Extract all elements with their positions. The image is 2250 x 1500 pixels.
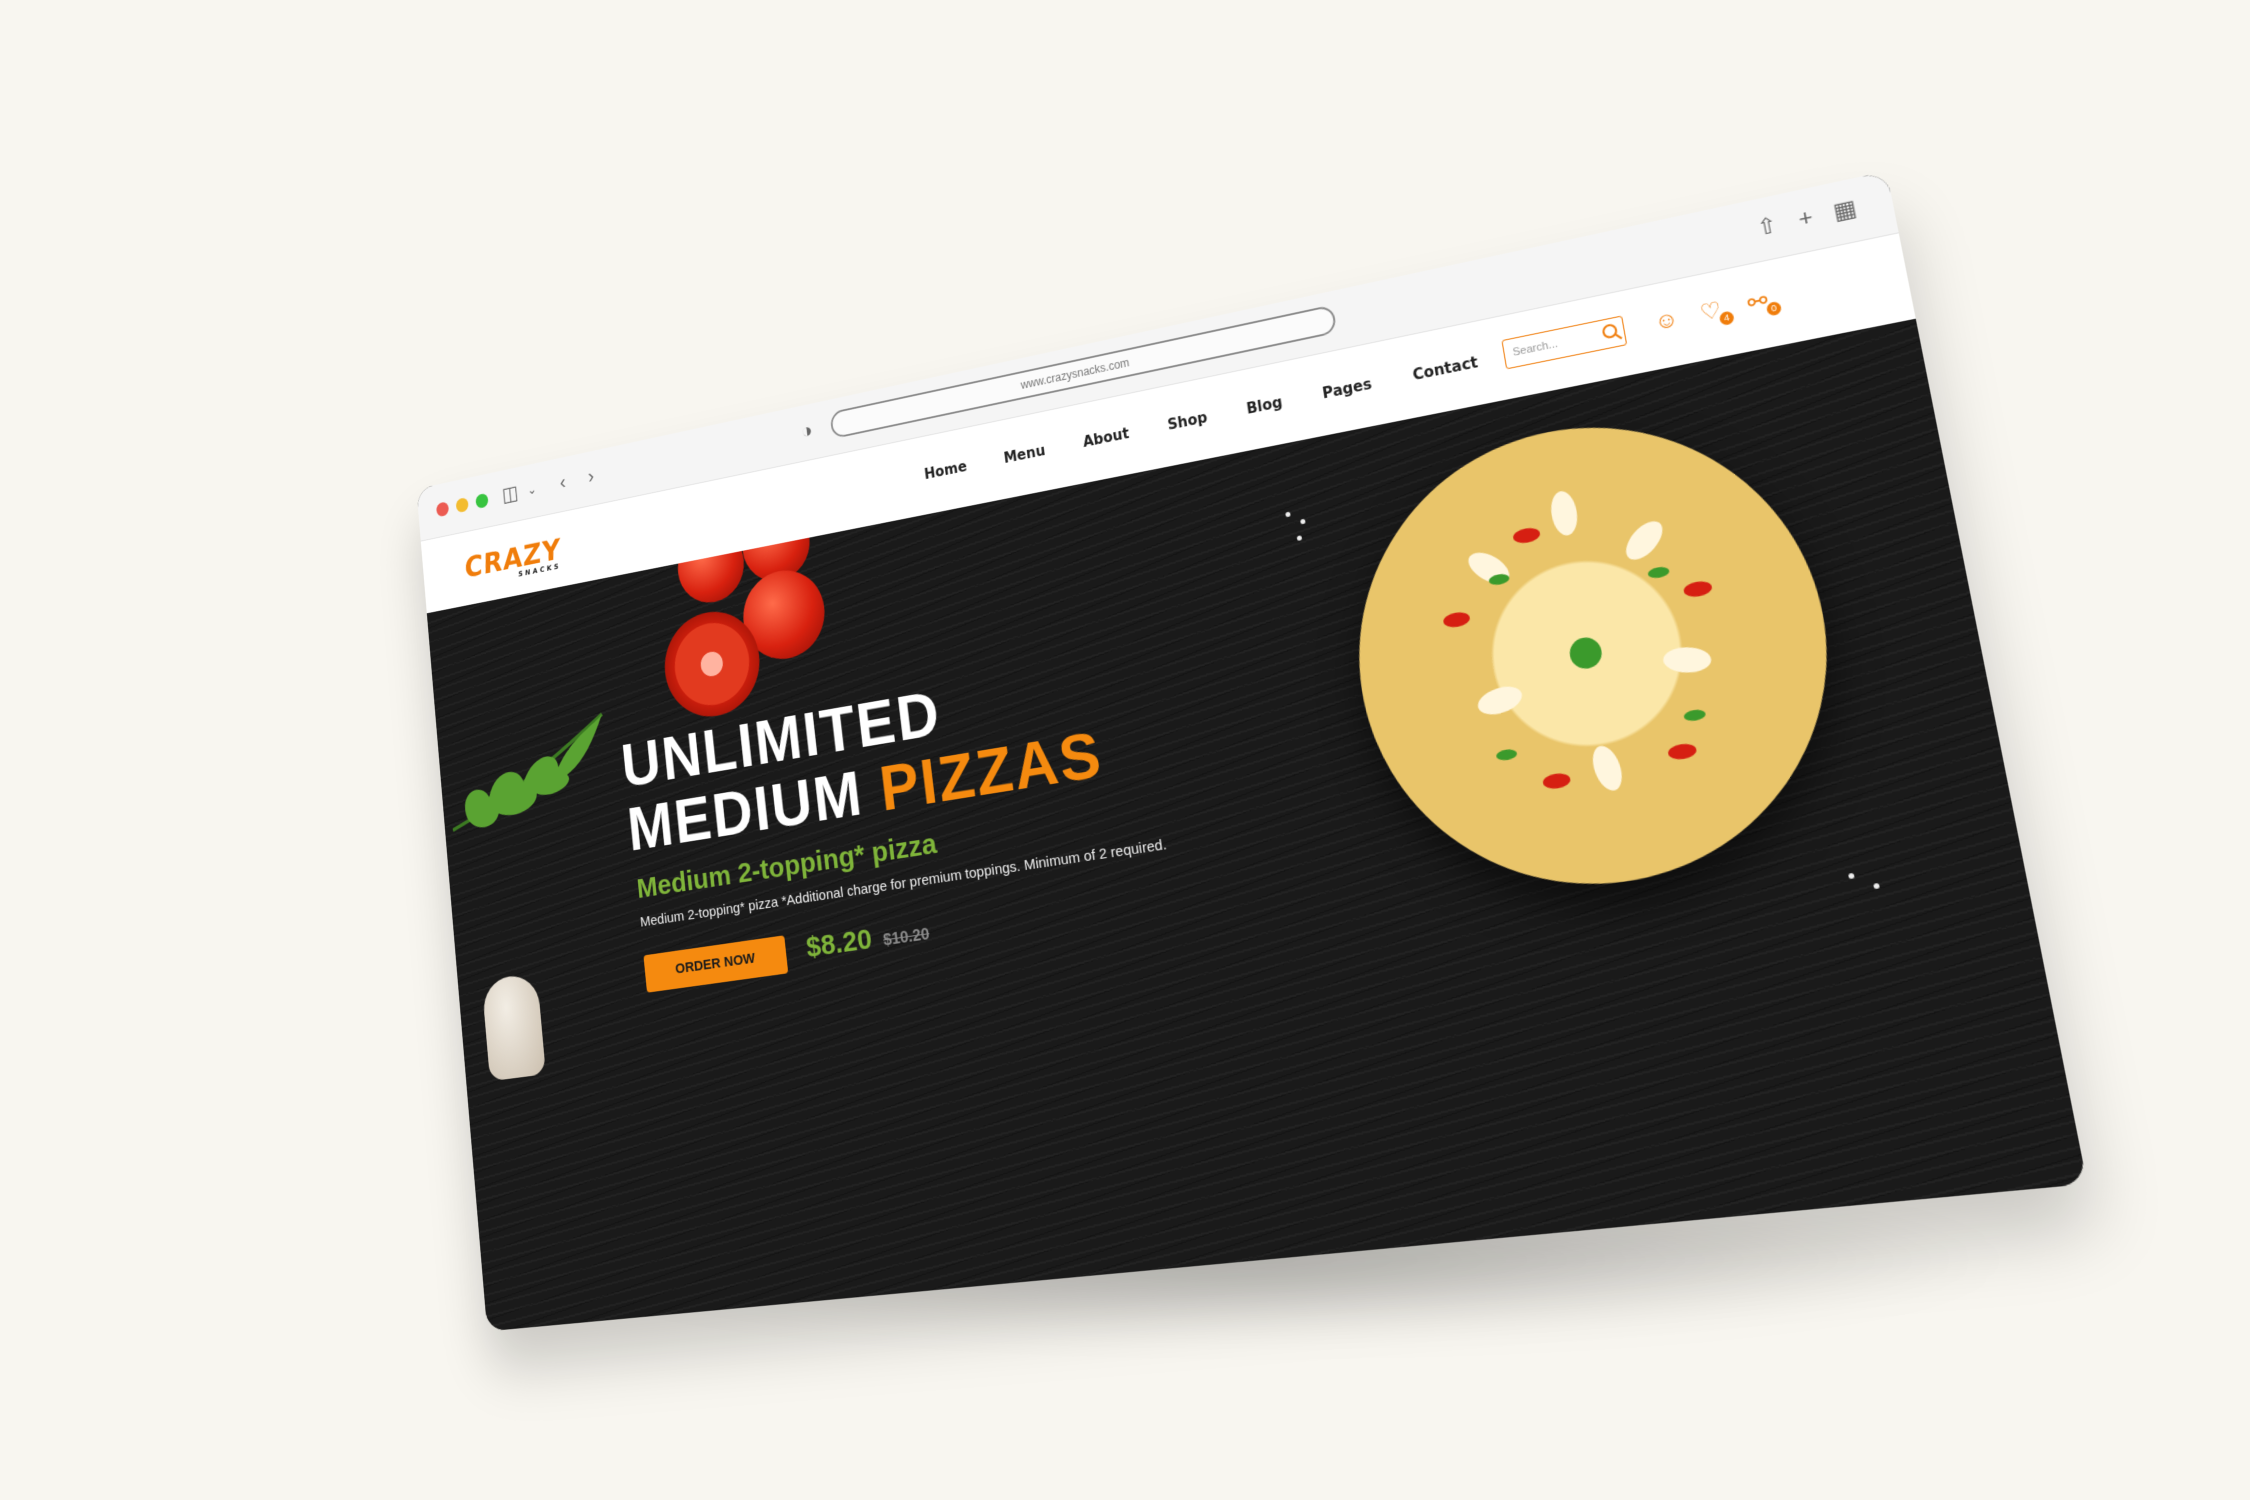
old-price: $10.20 (882, 924, 931, 950)
logo[interactable]: CRAZY SNACKS (465, 532, 561, 589)
nav-menu[interactable]: Menu (1003, 442, 1047, 467)
nav-pages[interactable]: Pages (1321, 375, 1373, 402)
pizza-topping (1682, 579, 1714, 599)
order-now-button[interactable]: ORDER NOW (643, 935, 789, 993)
minimize-window-button[interactable] (455, 497, 469, 514)
close-window-button[interactable] (435, 501, 450, 518)
pizza-topping (1619, 515, 1670, 566)
pizza-topping (1647, 565, 1671, 580)
pizza-topping (1587, 742, 1628, 795)
salt-grain (1296, 535, 1303, 541)
pizza-topping (1666, 742, 1698, 762)
pizza-topping (1474, 681, 1526, 720)
pizza-topping (1512, 526, 1542, 545)
cart-icon[interactable]: ⚯ 0 (1743, 287, 1783, 317)
share-icon[interactable]: ⇧ (1751, 211, 1784, 243)
nav-blog[interactable]: Blog (1245, 393, 1283, 417)
heart-icon[interactable]: ♡ 4 (1696, 297, 1735, 327)
nav-contact[interactable]: Contact (1411, 353, 1479, 384)
website: CRAZY SNACKS Home Menu About Shop Blog P… (420, 233, 2088, 1332)
mushroom-image (481, 972, 546, 1082)
chevron-down-icon[interactable]: ⌄ (521, 476, 543, 503)
salt-grain (1300, 518, 1306, 525)
cart-count-badge: 0 (1765, 300, 1783, 317)
pizza-topping (1442, 610, 1471, 630)
nav-shop[interactable]: Shop (1166, 409, 1208, 434)
plus-icon[interactable]: + (1789, 202, 1822, 234)
pizza-topping (1683, 708, 1707, 723)
pizza-topping (1567, 635, 1605, 672)
nav-about[interactable]: About (1082, 425, 1130, 451)
pizza-topping (1495, 748, 1518, 762)
maximize-window-button[interactable] (475, 492, 489, 510)
search-placeholder: Search... (1511, 337, 1559, 359)
pizza-topping (1548, 489, 1581, 538)
pizza-image (1329, 387, 1867, 913)
salt-grain (1285, 511, 1291, 518)
nav-home[interactable]: Home (923, 458, 967, 483)
search-icon[interactable] (1601, 322, 1619, 340)
pizza-topping (1541, 771, 1572, 791)
current-price: $8.20 (804, 923, 874, 964)
scene: ◫ ⌄ ‹ › ◑ www.crazysnacks.com ⇧ + ▦ CRAZ… (0, 0, 2250, 1500)
pizza-topping (1463, 546, 1515, 590)
window-controls (435, 492, 489, 518)
arugula-leaf-image (445, 704, 620, 839)
salt-grain (1848, 872, 1855, 880)
sidebar-icon[interactable]: ◫ (499, 481, 521, 508)
search-input[interactable]: Search... (1501, 315, 1628, 370)
shield-icon[interactable]: ◑ (795, 417, 819, 445)
tab-grid-icon[interactable]: ▦ (1828, 194, 1861, 226)
user-icon[interactable]: ☺ (1652, 305, 1681, 335)
chevron-right-icon[interactable]: › (580, 463, 603, 490)
chevron-left-icon[interactable]: ‹ (552, 469, 574, 496)
pizza-topping (1663, 647, 1712, 673)
salt-grain (1873, 882, 1880, 890)
browser-window: ◫ ⌄ ‹ › ◑ www.crazysnacks.com ⇧ + ▦ CRAZ… (416, 170, 2088, 1332)
wishlist-count-badge: 4 (1718, 310, 1735, 327)
